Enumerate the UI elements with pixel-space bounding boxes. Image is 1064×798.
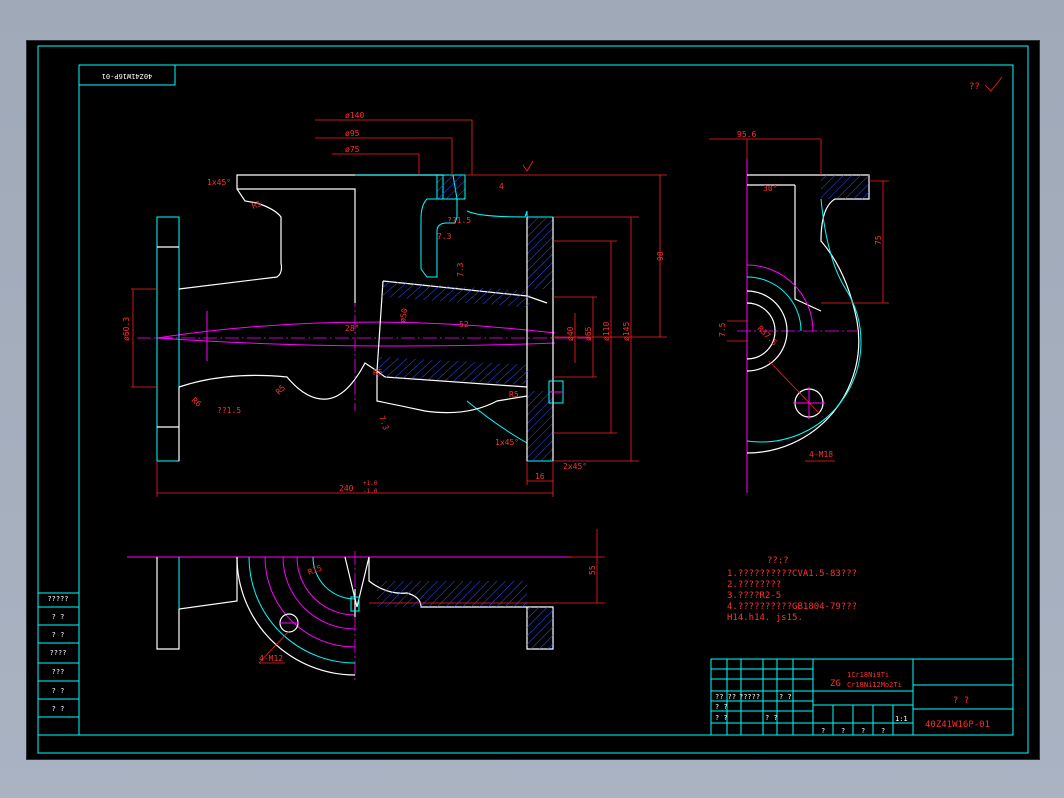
dim-r5-a: R5 — [251, 199, 263, 211]
left-revision-table: ????? ? ? ? ? ???? ??? ? ? ? ? — [37, 592, 80, 736]
note-line-3: 3.????R2-5 — [727, 591, 781, 601]
dim-52: 52 — [459, 320, 469, 329]
rotated-part-code: 40Z41W16P-01 — [102, 72, 153, 80]
dim-d75: ø75 — [345, 145, 360, 154]
left-table-row-1: ????? — [47, 595, 68, 603]
note-line-5: H14.h14. js15. — [727, 613, 803, 623]
dim-d140: ø140 — [345, 111, 364, 120]
dim-r21-5-b: ??1.5 — [447, 216, 471, 225]
dim-chamfer-1x45-b: 1x45° — [495, 438, 519, 447]
front-view: ø140 ø95 ø75 98 ø145 ø110 ø65 ø40 ø60.3 … — [122, 111, 667, 497]
tb-bottom-2: ? — [841, 727, 845, 735]
dim-r5-c: R5 — [373, 368, 383, 377]
tb-label-5: ? ? — [715, 714, 728, 722]
dim-7-3-c: 7.3 — [456, 262, 465, 277]
dim-d145: ø145 — [622, 322, 631, 341]
drawing-number: 40Z41W16P-01 — [925, 720, 990, 730]
dim-16: 16 — [535, 472, 545, 481]
tb-bottom-3: ? — [861, 727, 865, 735]
dim-7-3-a: 7.3 — [377, 415, 390, 432]
dim-r5-b: R5 — [274, 383, 287, 396]
dim-55: 55 — [588, 565, 597, 575]
dim-r37-5: R37.5 — [756, 324, 780, 348]
dim-95-6: 95.6 — [737, 130, 756, 139]
tb-bottom-4: ? — [881, 727, 885, 735]
material-code: ZG — [830, 679, 841, 689]
left-table-row-5: ??? — [52, 668, 65, 676]
dim-75: 75 — [874, 235, 883, 245]
dim-angle-28: 28° — [345, 324, 359, 333]
tb-bottom-1: ? — [821, 727, 825, 735]
dim-angle-30: 30° — [763, 184, 777, 193]
dim-chamfer-1x45-a: 1x45° — [207, 178, 231, 187]
tb-label-1: ?? ?? — [715, 693, 736, 701]
dim-r6: R6 — [190, 396, 203, 409]
dim-240-tol-up: +1.0 — [363, 480, 378, 487]
dim-d60-3: ø60.3 — [122, 317, 131, 341]
tb-label-6: ? ? — [765, 714, 778, 722]
scale-value: 1:1 — [895, 715, 908, 723]
dim-d110: ø110 — [602, 322, 611, 341]
dim-98: 98 — [656, 251, 665, 261]
dim-4-m18: 4-M18 — [809, 450, 833, 459]
roughness-symbol-icon — [984, 76, 1003, 92]
material-line-1: 1Cr18Ni9Ti — [847, 671, 889, 679]
side-view: 95.6 30° 75 7.5 R37.5 4-M18 — [709, 130, 889, 493]
notes-title: ??:? — [767, 556, 789, 566]
dim-d40: ø40 — [566, 326, 575, 341]
left-table-row-7: ? ? — [52, 705, 65, 713]
left-table-row-3: ? ? — [52, 631, 65, 639]
dim-d95: ø95 — [345, 129, 360, 138]
dim-r5-d: R5 — [509, 390, 519, 399]
tb-label-2: ????? — [739, 693, 760, 701]
dim-r21-5-a: ??1.5 — [217, 406, 241, 415]
note-line-4: 4.??????????GB1804-79??? — [727, 602, 857, 612]
left-table-row-6: ? ? — [52, 687, 65, 695]
dim-d65: ø65 — [584, 326, 593, 341]
technical-notes: ??:? 1.??????????CVA1.5-83??? 2.????????… — [727, 556, 857, 623]
dim-chamfer-2x45: 2x45° — [563, 462, 587, 471]
roughness-mark-icon — [522, 160, 534, 172]
dim-7-3-b: 7.3 — [437, 232, 452, 241]
cad-drawing: 40Z41W16P-01 ?? ø140 ø95 ø75 98 ø145 ø11… — [37, 45, 1029, 754]
dim-d50: ø50 — [398, 307, 409, 323]
cad-viewport[interactable]: 40Z41W16P-01 ?? ø140 ø95 ø75 98 ø145 ø11… — [26, 40, 1040, 760]
note-line-2: 2.???????? — [727, 580, 781, 590]
dim-7-5: 7.5 — [718, 322, 727, 337]
dim-4-m12: 4-M12 — [259, 654, 283, 663]
left-table-row-4: ???? — [50, 649, 67, 657]
title-block: ?? ?? ????? ? ? ? ? ? ? ? ? ZG 1Cr18Ni9T… — [710, 658, 1014, 736]
material-line-2: Cr18Ni12Mo2Ti — [847, 681, 902, 689]
roughness-note: ?? — [969, 82, 980, 92]
left-table-row-2: ? ? — [52, 613, 65, 621]
dim-4: 4 — [499, 182, 504, 191]
part-name: ? ? — [953, 696, 969, 706]
tb-label-4: ? ? — [715, 703, 728, 711]
dim-r15: R15 — [307, 563, 324, 576]
top-view: 55 R15 4-M12 — [127, 529, 605, 681]
dim-240: 240 — [339, 484, 354, 493]
note-line-1: 1.??????????CVA1.5-83??? — [727, 569, 857, 579]
dim-240-tol-down: -1.0 — [363, 488, 378, 495]
tb-label-3: ? ? — [779, 693, 792, 701]
